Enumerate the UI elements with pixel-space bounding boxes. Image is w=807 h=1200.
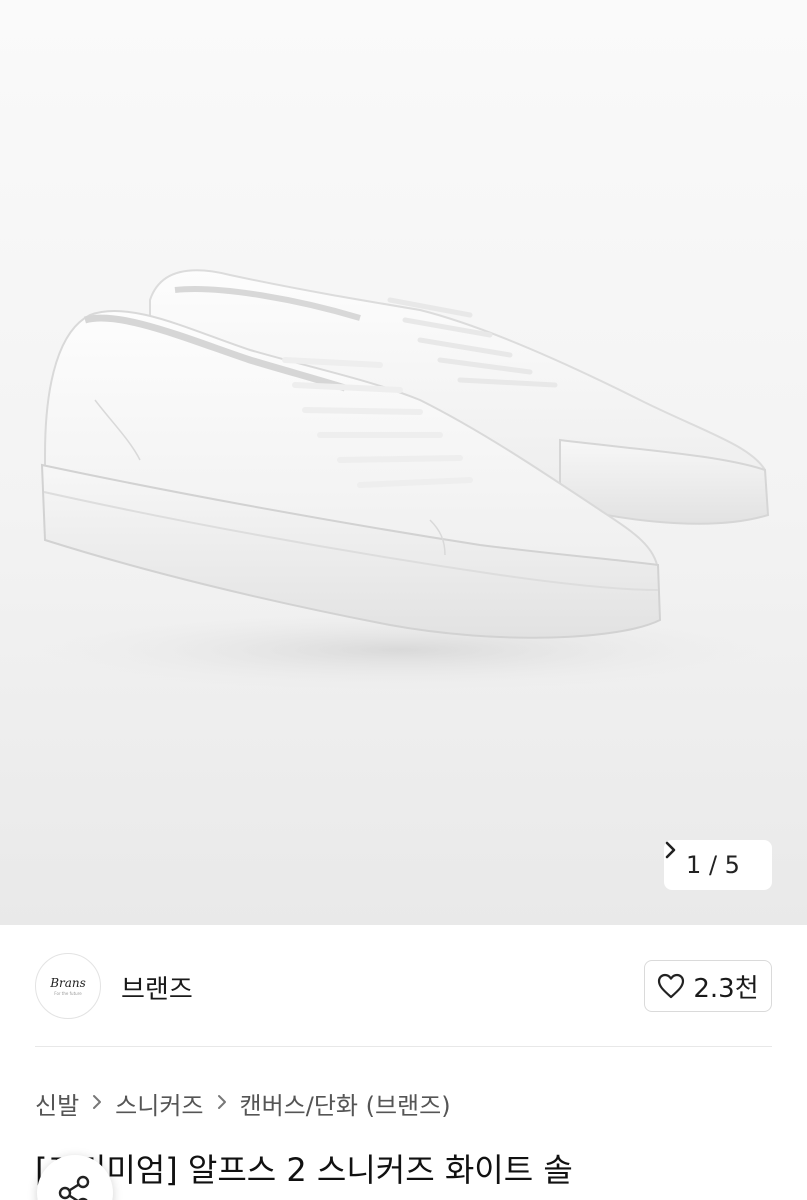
seller-avatar[interactable]: Brans For the future [35,953,101,1019]
section-divider [35,1046,772,1047]
image-counter-text: 1 / 5 [686,851,740,879]
breadcrumb-item-sneakers[interactable]: 스니커즈 [115,1086,203,1121]
image-page-counter[interactable]: 1 / 5 [664,840,772,890]
seller-avatar-subtext: For the future [54,991,82,996]
product-title: [프리미엄] 알프스 2 스니커즈 화이트 솔 [35,1151,573,1189]
like-count: 2.3천 [693,973,759,1004]
like-button[interactable]: 2.3천 [644,960,772,1012]
breadcrumb-separator-icon [216,1092,228,1116]
product-image-gallery[interactable]: 1 / 5 [0,0,807,925]
seller-name[interactable]: 브랜즈 [121,969,193,1006]
breadcrumb-separator-icon [91,1092,103,1116]
seller-row: Brans For the future 브랜즈 2.3천 [35,953,772,1019]
breadcrumb-item-canvas-brand[interactable]: 캔버스/단화 (브랜즈) [240,1086,451,1121]
seller-avatar-logo: Brans [50,976,86,990]
sneaker-image [40,269,770,690]
breadcrumb-item-shoes[interactable]: 신발 [35,1086,79,1121]
heart-outline-icon [658,973,685,999]
share-icon [58,1175,90,1200]
breadcrumb: 신발 스니커즈 캔버스/단화 (브랜즈) [35,1086,451,1121]
